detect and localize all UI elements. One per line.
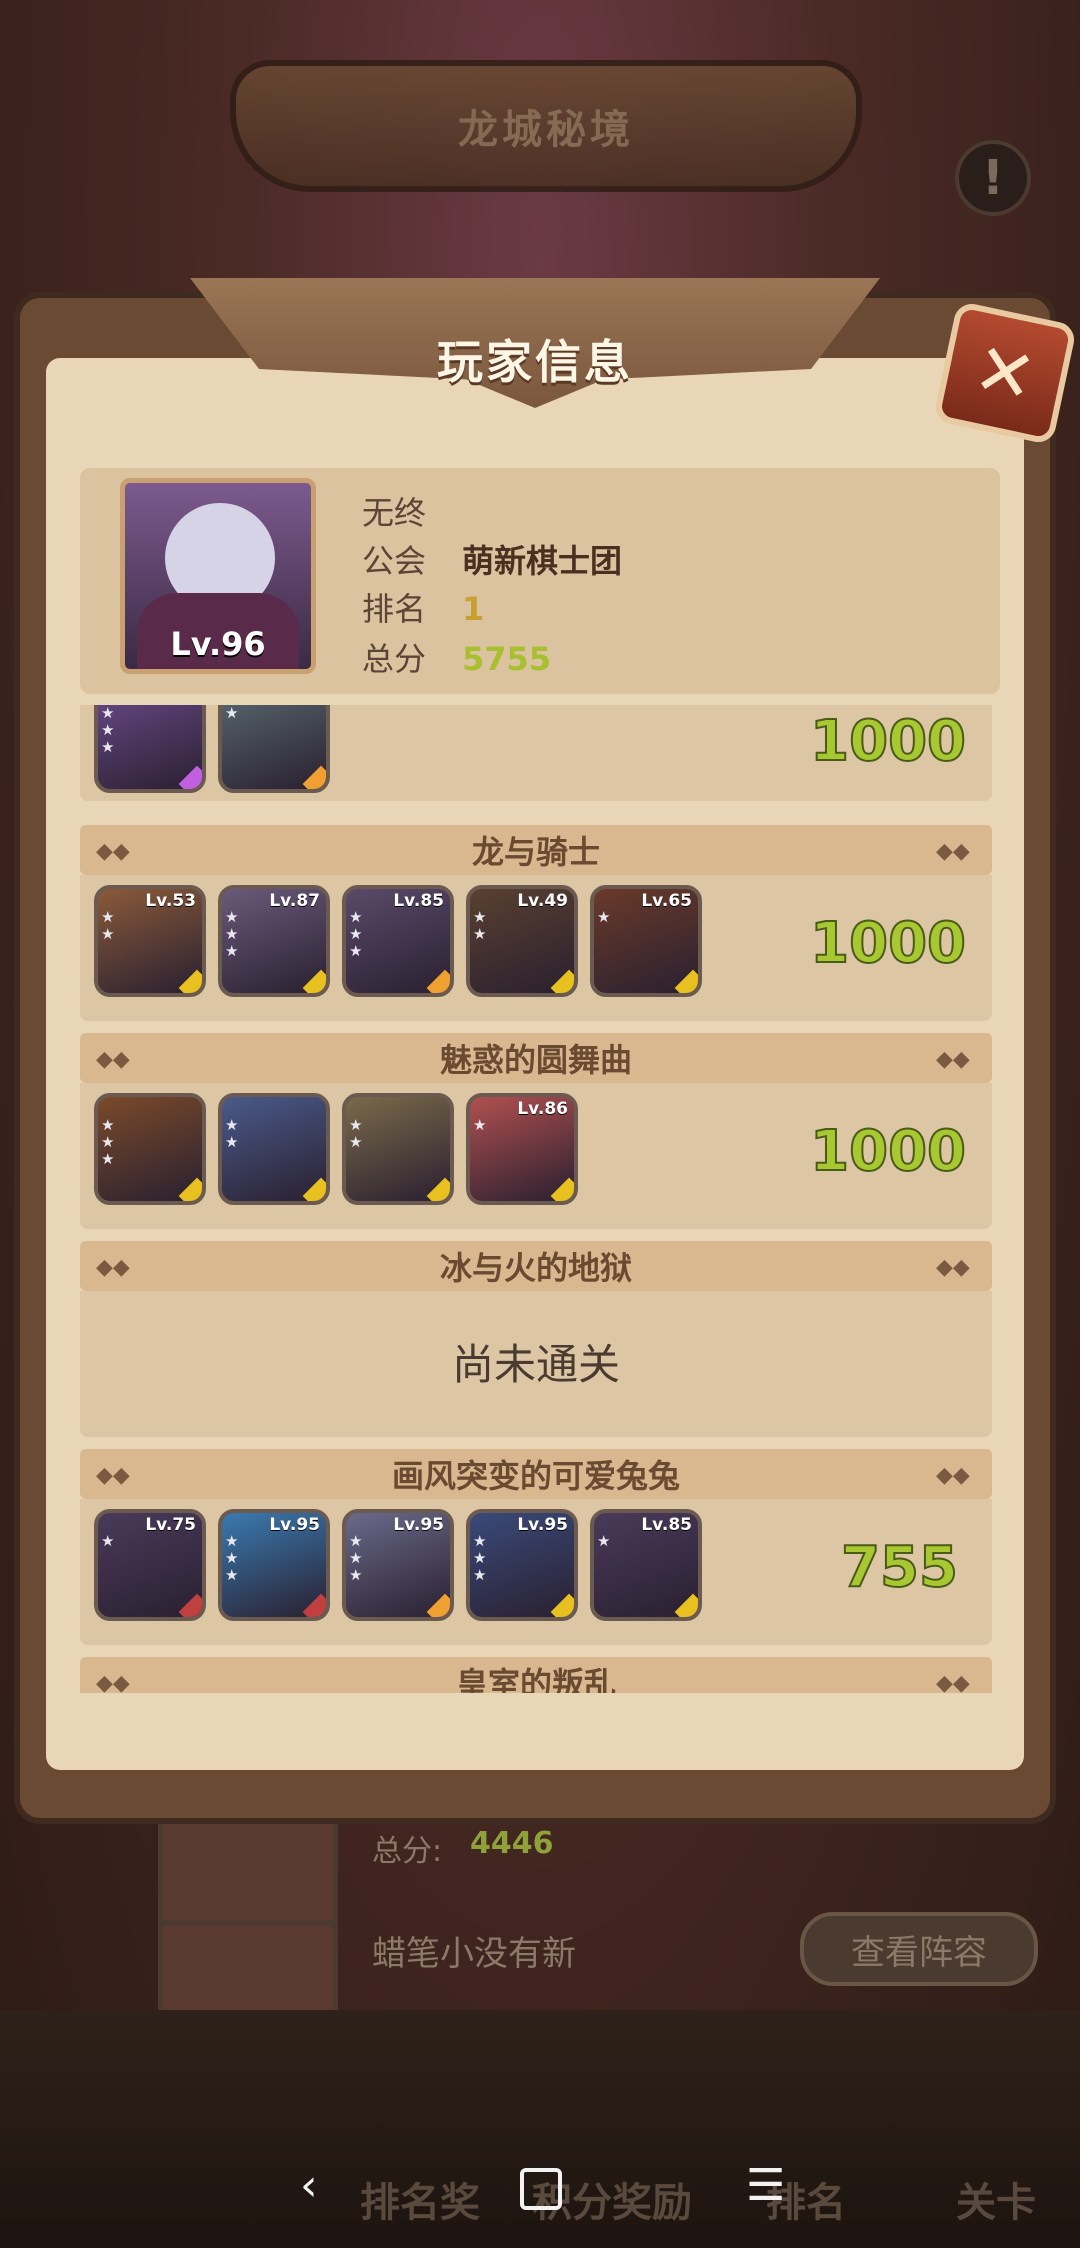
score-value: 5755 xyxy=(462,640,552,678)
stage-entry: ★ ★ ★ ★ 1000 xyxy=(80,705,992,801)
hero-portrait[interactable]: ★ ★ xyxy=(218,1093,330,1205)
nav-back-icon[interactable]: ‹ xyxy=(300,2160,318,2211)
stage-title: 皇室的叛乱 xyxy=(455,1665,616,1693)
ornament-icon: ◆◆ xyxy=(96,1047,130,1072)
hero-level: Lv.65 xyxy=(641,891,692,911)
stage-body: Lv.75 ★ Lv.95 ★ ★ ★ Lv.95 ★ ★ ★ Lv.95 ★ ★ ★ Lv.85 ★… xyxy=(80,1499,992,1645)
hero-portrait[interactable]: Lv.53 ★ ★ xyxy=(94,885,206,997)
tab-stages[interactable]: 关卡 xyxy=(956,2170,1036,2228)
hero-portrait[interactable]: ★ ★ ★ xyxy=(94,705,206,793)
stage-score: 1000 xyxy=(809,910,967,977)
nav-home-icon[interactable] xyxy=(520,2168,562,2210)
stage-title-bar: ◆◆ 冰与火的地狱 ◆◆ xyxy=(80,1241,992,1291)
bg-list-score-value: 4446 xyxy=(470,1826,554,1861)
ornament-icon: ◆◆ xyxy=(936,1463,970,1488)
bg-list-score-label: 总分: xyxy=(372,1834,443,1869)
ornament-icon: ◆◆ xyxy=(96,1255,130,1280)
dialog-title: 玩家信息 xyxy=(437,335,633,389)
ornament-icon: ◆◆ xyxy=(936,839,970,864)
hero-portrait[interactable]: Lv.95 ★ ★ ★ xyxy=(218,1509,330,1621)
hero-level: Lv.86 xyxy=(517,1099,568,1119)
hero-portrait[interactable]: ★ xyxy=(218,705,330,793)
close-icon: ✕ xyxy=(966,325,1044,421)
rank-label: 排名 xyxy=(362,590,427,628)
nav-menu-icon[interactable]: ☰ xyxy=(746,2160,785,2211)
stage-score: 1000 xyxy=(809,708,967,775)
ornament-icon: ◆◆ xyxy=(936,1255,970,1280)
hero-portrait[interactable]: Lv.87 ★ ★ ★ xyxy=(218,885,330,997)
ornament-icon: ◆◆ xyxy=(936,1047,970,1072)
ornament-icon: ◆◆ xyxy=(96,1463,130,1488)
bg-list-player-name: 蜡笔小没有新 xyxy=(372,1934,576,1974)
stage-title-bar: ◆◆ 皇室的叛乱 ◆◆ xyxy=(80,1657,992,1693)
hero-level: Lv.49 xyxy=(517,891,568,911)
stage-entry: ◆◆ 画风突变的可爱兔兔 ◆◆ Lv.75 ★ Lv.95 ★ ★ ★ Lv.95 ★ ★ ★… xyxy=(80,1449,992,1645)
stage-title: 魅惑的圆舞曲 xyxy=(439,1041,632,1079)
hero-level: Lv.87 xyxy=(269,891,320,911)
stage-title-bar: ◆◆ 画风突变的可爱兔兔 ◆◆ xyxy=(80,1449,992,1499)
hero-portrait[interactable]: Lv.49 ★ ★ xyxy=(466,885,578,997)
stage-title-bar: ◆◆ 魅惑的圆舞曲 ◆◆ xyxy=(80,1033,992,1083)
ornament-icon: ◆◆ xyxy=(936,1671,970,1693)
stage-list[interactable]: ★ ★ ★ ★ 1000 ◆◆ 龙与骑士 ◆◆ Lv.53 ★ ★ Lv.87 ★ ★ ★ L… xyxy=(80,705,1000,1693)
player-name: 无终 xyxy=(362,494,427,532)
hero-portrait[interactable]: ★ ★ ★ xyxy=(94,1093,206,1205)
hero-level: Lv.85 xyxy=(393,891,444,911)
hero-level: Lv.75 xyxy=(145,1515,196,1535)
hero-level: Lv.85 xyxy=(641,1515,692,1535)
stage-entry: ◆◆ 皇室的叛乱 ◆◆ xyxy=(80,1657,992,1693)
stage-title-bar: ◆◆ 龙与骑士 ◆◆ xyxy=(80,825,992,875)
guild-value: 萌新棋士团 xyxy=(462,542,623,580)
player-level: Lv.96 xyxy=(170,625,266,663)
ornament-icon: ◆◆ xyxy=(96,839,130,864)
stage-entry: ◆◆ 冰与火的地狱 ◆◆ 尚未通关 xyxy=(80,1241,992,1437)
stage-body: ★ ★ ★ ★ ★ ★ ★ Lv.86 ★ 1000 xyxy=(80,1083,992,1229)
guild-label: 公会 xyxy=(362,542,427,580)
bg-banner-title: 龙城秘境 xyxy=(230,60,862,192)
tab-rank-reward[interactable]: 排名奖 xyxy=(360,2170,480,2228)
hero-level: Lv.95 xyxy=(517,1515,568,1535)
hero-portrait[interactable]: Lv.95 ★ ★ ★ xyxy=(466,1509,578,1621)
stage-score: 1000 xyxy=(809,1118,967,1185)
hero-portrait[interactable]: Lv.75 ★ xyxy=(94,1509,206,1621)
stage-title: 龙与骑士 xyxy=(471,833,600,871)
stage-entry: ◆◆ 魅惑的圆舞曲 ◆◆ ★ ★ ★ ★ ★ ★ ★ Lv.86 ★ 1000 xyxy=(80,1033,992,1229)
hero-level: Lv.95 xyxy=(269,1515,320,1535)
hero-portrait[interactable]: Lv.95 ★ ★ ★ xyxy=(342,1509,454,1621)
rank-value: 1 xyxy=(462,590,485,628)
player-profile: Lv.96 无终 公会 萌新棋士团 排名 1 总分 5755 xyxy=(80,468,1000,694)
hero-portrait[interactable]: ★ ★ xyxy=(342,1093,454,1205)
hero-portrait[interactable]: Lv.65 ★ xyxy=(590,885,702,997)
ornament-icon: ◆◆ xyxy=(96,1671,130,1693)
player-avatar: Lv.96 xyxy=(120,478,316,674)
hero-level: Lv.95 xyxy=(393,1515,444,1535)
view-lineup-button[interactable]: 查看阵容 xyxy=(800,1912,1038,1986)
stage-body: 尚未通关 xyxy=(80,1291,992,1437)
stage-entry: ◆◆ 龙与骑士 ◆◆ Lv.53 ★ ★ Lv.87 ★ ★ ★ Lv.85 ★ ★ ★ Lv.… xyxy=(80,825,992,1021)
score-label: 总分 xyxy=(362,640,427,678)
hero-portrait[interactable]: Lv.86 ★ xyxy=(466,1093,578,1205)
stage-body: ★ ★ ★ ★ 1000 xyxy=(80,705,992,801)
stage-status: 尚未通关 xyxy=(451,1340,620,1389)
stage-title: 画风突变的可爱兔兔 xyxy=(391,1457,680,1495)
hero-level: Lv.53 xyxy=(145,891,196,911)
info-button[interactable]: ! xyxy=(955,140,1031,216)
stage-body: Lv.53 ★ ★ Lv.87 ★ ★ ★ Lv.85 ★ ★ ★ Lv.49 ★ ★ Lv.65 ★… xyxy=(80,875,992,1021)
hero-portrait[interactable]: Lv.85 ★ ★ ★ xyxy=(342,885,454,997)
stage-score: 755 xyxy=(840,1534,959,1601)
stage-title: 冰与火的地狱 xyxy=(439,1249,632,1287)
hero-portrait[interactable]: Lv.85 ★ xyxy=(590,1509,702,1621)
close-button[interactable]: ✕ xyxy=(932,300,1078,446)
